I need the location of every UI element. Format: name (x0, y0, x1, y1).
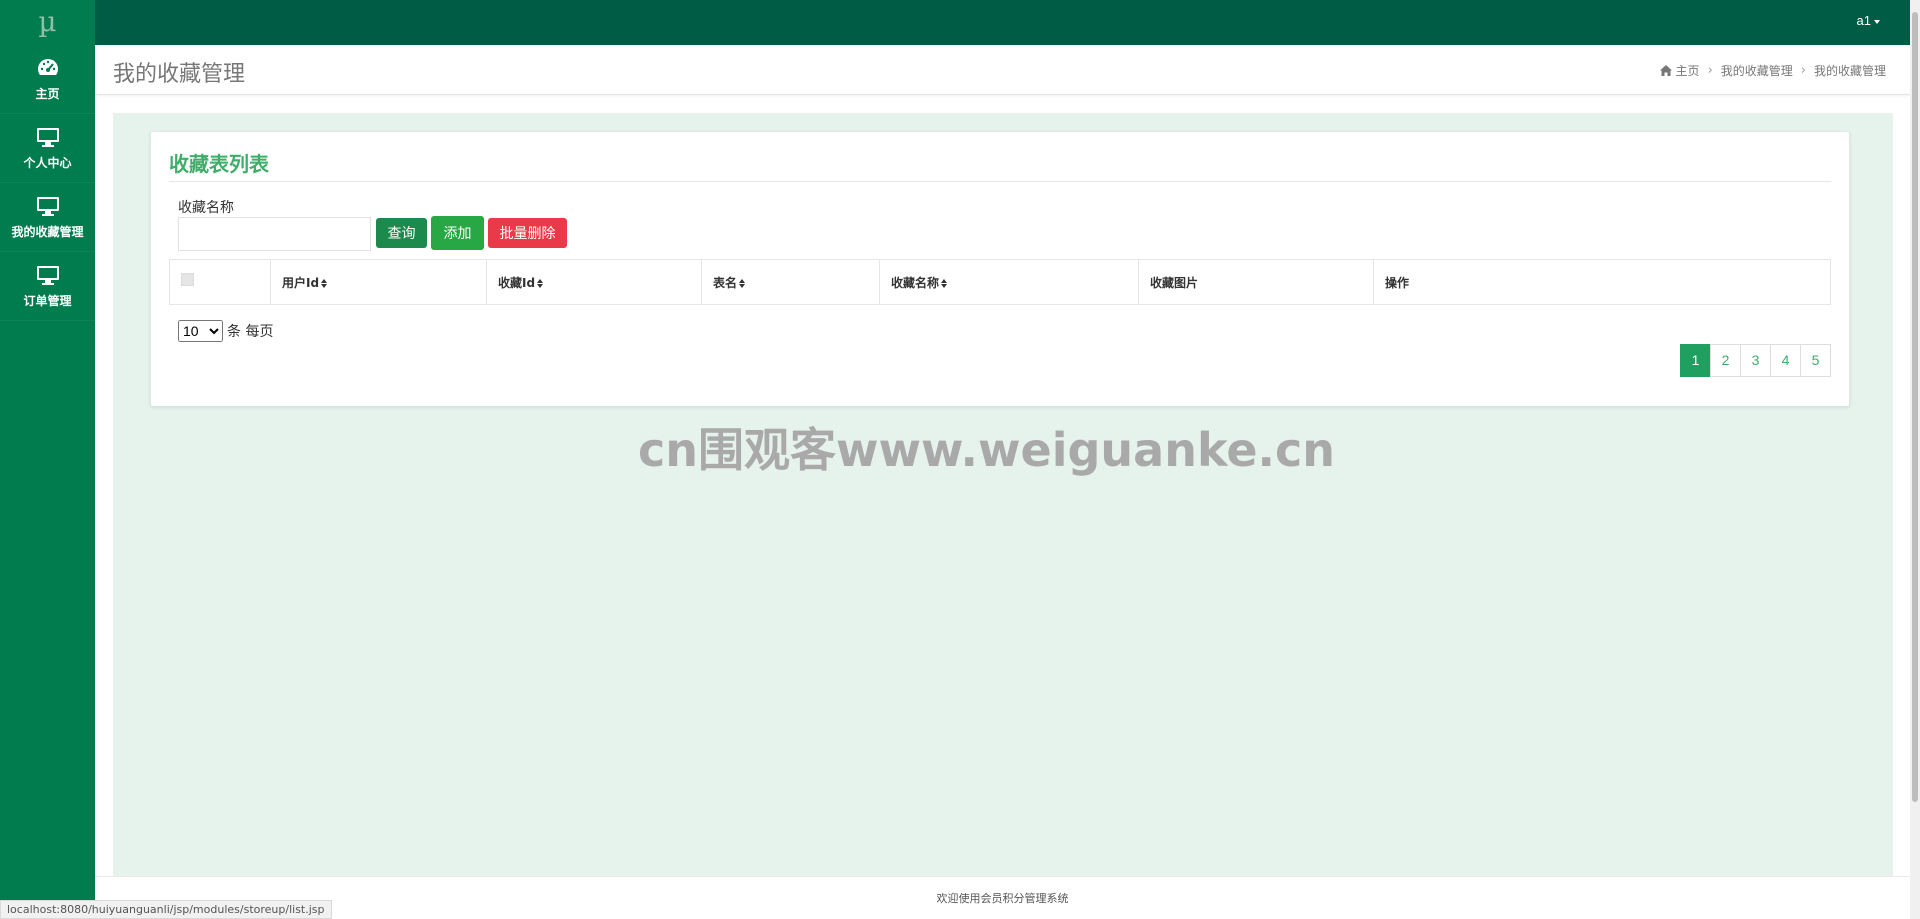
breadcrumb-item[interactable]: 我的收藏管理 (1721, 62, 1793, 79)
column-header-user-id[interactable]: 用户Id (270, 259, 487, 305)
pagination: 1 2 3 4 5 (1680, 344, 1831, 377)
content-area: 收藏表列表 收藏名称 查询 添加 批量删除 用户Id 收藏Id 表名 收藏名称 … (113, 113, 1893, 876)
select-all-checkbox[interactable] (181, 273, 194, 286)
query-button[interactable]: 查询 (376, 218, 427, 248)
breadcrumb-current: 我的收藏管理 (1813, 64, 1886, 78)
column-header-label: 收藏图片 (1150, 275, 1199, 290)
sort-icon (739, 278, 746, 288)
divider (169, 181, 1831, 182)
caret-down-icon (1874, 19, 1880, 24)
chevron-right-icon: › (1707, 63, 1713, 78)
column-header-label: 收藏Id (498, 275, 536, 290)
column-header-label: 用户Id (282, 275, 320, 290)
column-header-label: 收藏名称 (891, 275, 940, 290)
page-button-3[interactable]: 3 (1740, 344, 1771, 377)
sidebar-item-label: 我的收藏管理 (11, 224, 84, 239)
sort-icon (941, 278, 948, 288)
sidebar-item-orders[interactable]: 订单管理 (0, 252, 95, 321)
home-icon (1659, 65, 1672, 76)
page-title: 我的收藏管理 (113, 62, 246, 87)
status-bar-url: localhost:8080/huiyuanguanli/jsp/modules… (0, 900, 332, 919)
page-size-suffix: 条 每页 (227, 324, 274, 340)
column-header-favorite-id[interactable]: 收藏Id (486, 259, 702, 305)
page-button-1[interactable]: 1 (1680, 344, 1711, 377)
sidebar-item-personal-center[interactable]: 个人中心 (0, 114, 95, 183)
list-card: 收藏表列表 收藏名称 查询 添加 批量删除 用户Id 收藏Id 表名 收藏名称 … (151, 132, 1849, 406)
scrollbar-thumb[interactable] (1912, 12, 1918, 802)
user-menu[interactable]: a1 (1857, 0, 1880, 45)
sidebar-item-home[interactable]: 主页 (0, 45, 95, 114)
column-header-favorite-image: 收藏图片 (1138, 259, 1374, 305)
page-size-control: 10 条 每页 (178, 320, 273, 342)
column-header-actions: 操作 (1373, 259, 1831, 305)
page-header: 我的收藏管理 主页 › 我的收藏管理 › 我的收藏管理 (95, 45, 1910, 95)
page-button-5[interactable]: 5 (1800, 344, 1831, 377)
sidebar-item-label: 个人中心 (23, 155, 72, 170)
card-title: 收藏表列表 (169, 152, 269, 176)
sidebar-item-my-favorites[interactable]: 我的收藏管理 (0, 183, 95, 252)
footer: 欢迎使用会员积分管理系统 (95, 876, 1910, 919)
sort-icon (537, 278, 544, 288)
top-navbar: a1 (0, 0, 1910, 45)
select-all-cell (169, 259, 271, 305)
chevron-right-icon: › (1800, 63, 1806, 78)
add-button[interactable]: 添加 (431, 216, 484, 250)
dashboard-icon (37, 58, 58, 75)
batch-delete-button[interactable]: 批量删除 (488, 218, 567, 248)
breadcrumb-home[interactable]: 主页 (1676, 62, 1700, 79)
footer-text: 欢迎使用会员积分管理系统 (936, 892, 1069, 905)
table-header-row: 用户Id 收藏Id 表名 收藏名称 收藏图片 操作 (169, 259, 1831, 305)
column-header-table-name[interactable]: 表名 (701, 259, 880, 305)
brand-logo[interactable]: µ (0, 0, 95, 45)
page-size-select[interactable]: 10 (178, 320, 223, 342)
user-name: a1 (1856, 13, 1871, 28)
sidebar: 主页 个人中心 我的收藏管理 订单管理 (0, 45, 95, 919)
monitor-icon (36, 196, 59, 216)
column-header-label: 表名 (713, 275, 738, 290)
vertical-scrollbar[interactable] (1910, 0, 1920, 919)
search-label: 收藏名称 (178, 200, 234, 216)
page-button-2[interactable]: 2 (1710, 344, 1741, 377)
breadcrumb: 主页 › 我的收藏管理 › 我的收藏管理 (1659, 62, 1886, 79)
monitor-icon (36, 127, 59, 147)
sidebar-item-label: 订单管理 (23, 293, 72, 308)
page-button-4[interactable]: 4 (1770, 344, 1801, 377)
sort-icon (321, 278, 328, 288)
sidebar-item-label: 主页 (35, 86, 60, 101)
watermark: cn围观客www.weiguanke.cn (638, 423, 1336, 477)
column-header-label: 操作 (1385, 275, 1410, 290)
favorites-table: 用户Id 收藏Id 表名 收藏名称 收藏图片 操作 (169, 259, 1831, 305)
column-header-favorite-name[interactable]: 收藏名称 (879, 259, 1139, 305)
search-input[interactable] (178, 217, 371, 251)
monitor-icon (36, 265, 59, 285)
